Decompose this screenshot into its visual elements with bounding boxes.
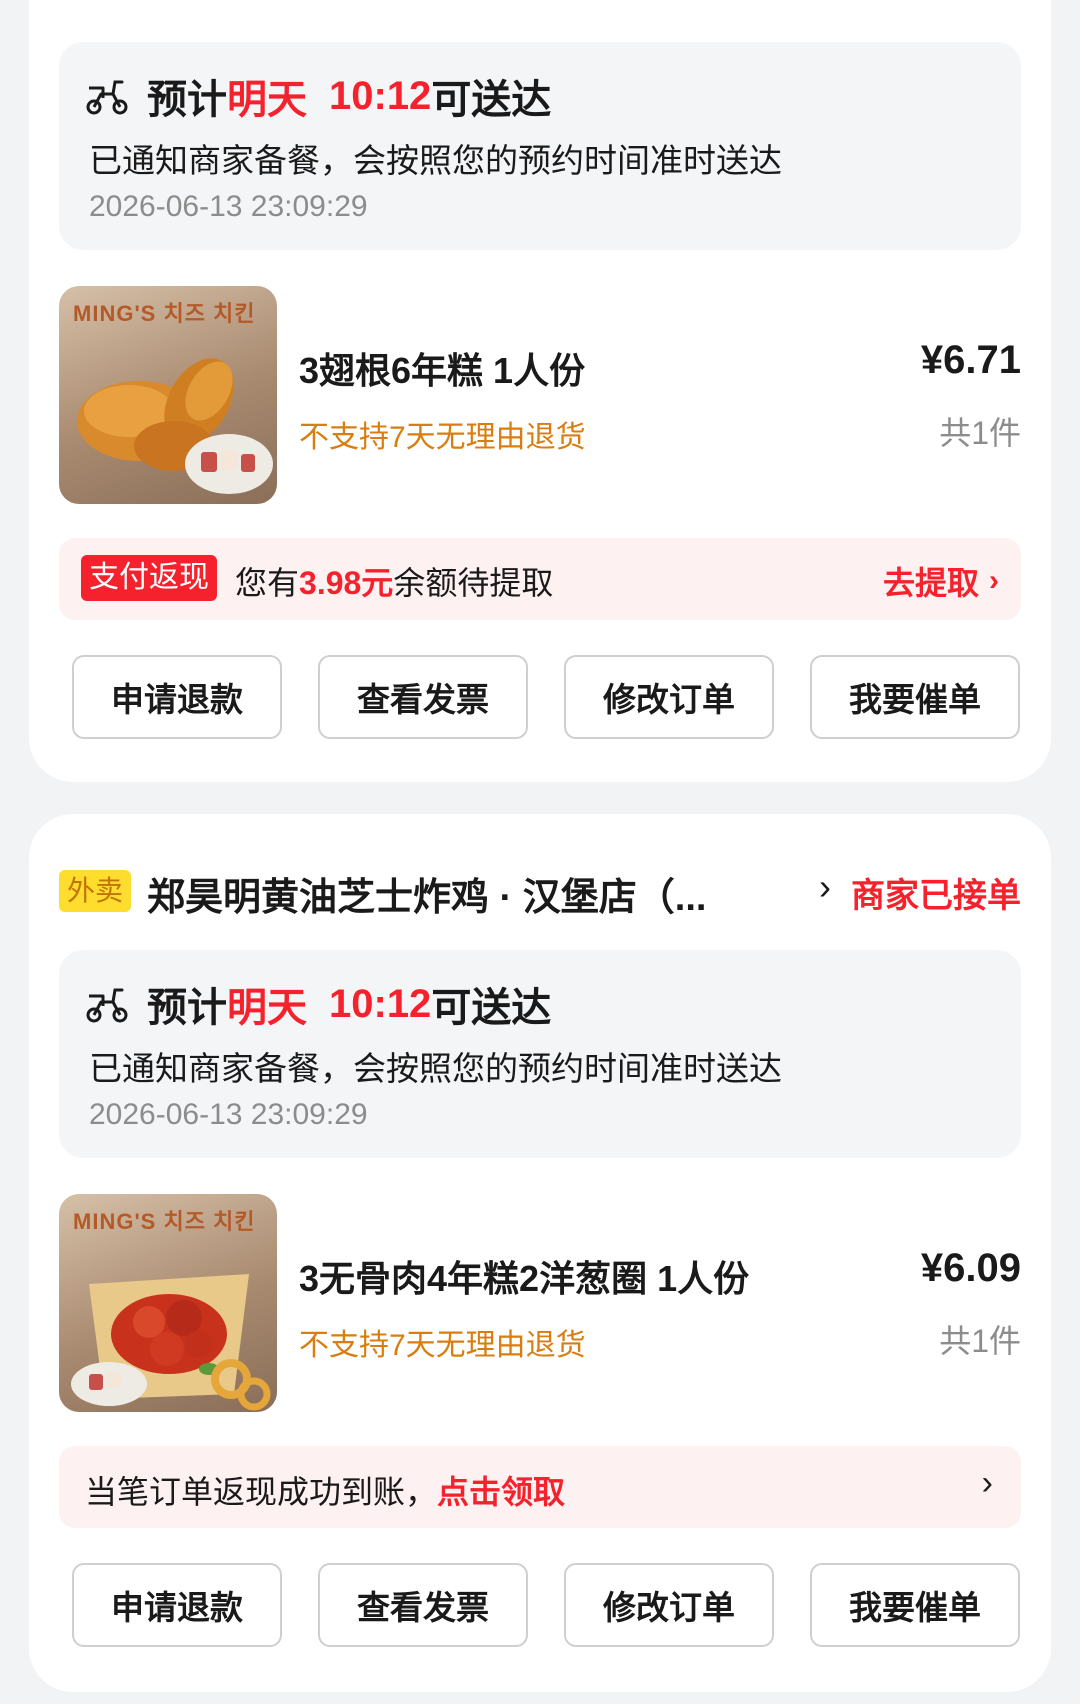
fried-chicken-image [77,358,273,494]
claim-link[interactable]: 点击领取 [437,1474,565,1510]
store-name[interactable]: 郑昊明黄油芝士炸鸡 · 汉堡店（... [147,866,706,921]
cashback-banner[interactable]: 当笔订单返现成功到账，点击领取 › [59,1446,1021,1528]
item-image[interactable]: MING'S 치즈 치킨 [59,286,277,504]
eta-day: 明天 [227,986,307,1030]
eta-time: 10:12 [329,73,432,118]
eta-suffix: 可送达 [431,986,552,1030]
scooter-icon [86,80,128,115]
delivery-eta: 预计 明天 10:12 可送达 [85,978,551,1030]
item-price: ¥6.71 [920,338,1021,382]
delivery-info: 预计 明天 10:12 可送达 已通知商家备餐，会按照您的预约时间准时送达 2026-… [59,42,1021,250]
withdraw-label: 去提取 [882,565,979,601]
eta-suffix: 可送达 [431,78,552,122]
takeout-badge: 外卖 [59,870,132,912]
order-card: 外卖 郑昊明黄油芝士炸鸡 · 汉堡店（... › 商家已接单 预计 明天 10:12… [29,814,1051,1692]
item-quantity: 共1件 [939,1323,1021,1359]
order-timestamp: 2026-06-13 23:09:29 [89,190,368,223]
urge-order-button[interactable]: 我要催单 [810,655,1020,739]
eta-day: 明天 [227,78,307,122]
item-price: ¥6.09 [920,1246,1021,1290]
delivery-eta: 预计 明天 10:12 可送达 [85,70,551,122]
eta-prefix: 预计 [147,986,227,1030]
item-image[interactable]: MING'S 치즈 치킨 [59,1194,277,1412]
scooter-icon [86,988,128,1023]
refund-button[interactable]: 申请退款 [72,1563,282,1647]
withdraw-link[interactable]: 去提取 › [883,558,999,604]
order-timestamp: 2026-06-13 23:09:29 [89,1098,368,1131]
cashback-tag: 支付返现 [81,555,217,601]
cashback-banner[interactable]: 支付返现 您有3.98元余额待提取 去提取 › [59,538,1021,620]
item-name[interactable]: 3无骨肉4年糕2洋葱圈 1人份 [299,1250,749,1302]
order-status: 商家已接单 [851,877,1021,915]
refund-button[interactable]: 申请退款 [72,655,282,739]
chevron-right-icon[interactable]: › [819,866,831,908]
order-actions: 申请退款 查看发票 修改订单 我要催单 [72,655,1022,739]
eta-prefix: 预计 [147,78,227,122]
cashback-amount: 3.98元 [299,565,394,601]
chevron-right-icon[interactable]: › [982,1464,993,1503]
return-policy-note: 不支持7天无理由退货 [299,421,586,454]
modify-order-button[interactable]: 修改订单 [564,1563,774,1647]
delivery-info: 预计 明天 10:12 可送达 已通知商家备餐，会按照您的预约时间准时送达 2026-… [59,950,1021,1158]
store-header[interactable]: 外卖 郑昊明黄油芝士炸鸡 · 汉堡店（... › 商家已接单 [59,864,1021,920]
cashback-text: 您有3.98元余额待提取 [235,565,554,601]
return-policy-note: 不支持7天无理由退货 [299,1329,586,1362]
order-card: 预计 明天 10:12 可送达 已通知商家备餐，会按照您的预约时间准时送达 2026-… [29,0,1051,782]
item-quantity: 共1件 [939,415,1021,451]
delivery-notice: 已通知商家备餐，会按照您的预约时间准时送达 [89,142,782,179]
eta-time: 10:12 [329,981,432,1026]
fried-chicken-image [71,1274,271,1411]
delivery-notice: 已通知商家备餐，会按照您的预约时间准时送达 [89,1050,782,1087]
item-name[interactable]: 3翅根6年糕 1人份 [299,342,585,394]
view-invoice-button[interactable]: 查看发票 [318,655,528,739]
cashback-text: 当笔订单返现成功到账，点击领取 [85,1474,566,1510]
chevron-right-icon: › [989,564,999,597]
view-invoice-button[interactable]: 查看发票 [318,1563,528,1647]
order-actions: 申请退款 查看发票 修改订单 我要催单 [72,1563,1022,1647]
modify-order-button[interactable]: 修改订单 [564,655,774,739]
urge-order-button[interactable]: 我要催单 [810,1563,1020,1647]
